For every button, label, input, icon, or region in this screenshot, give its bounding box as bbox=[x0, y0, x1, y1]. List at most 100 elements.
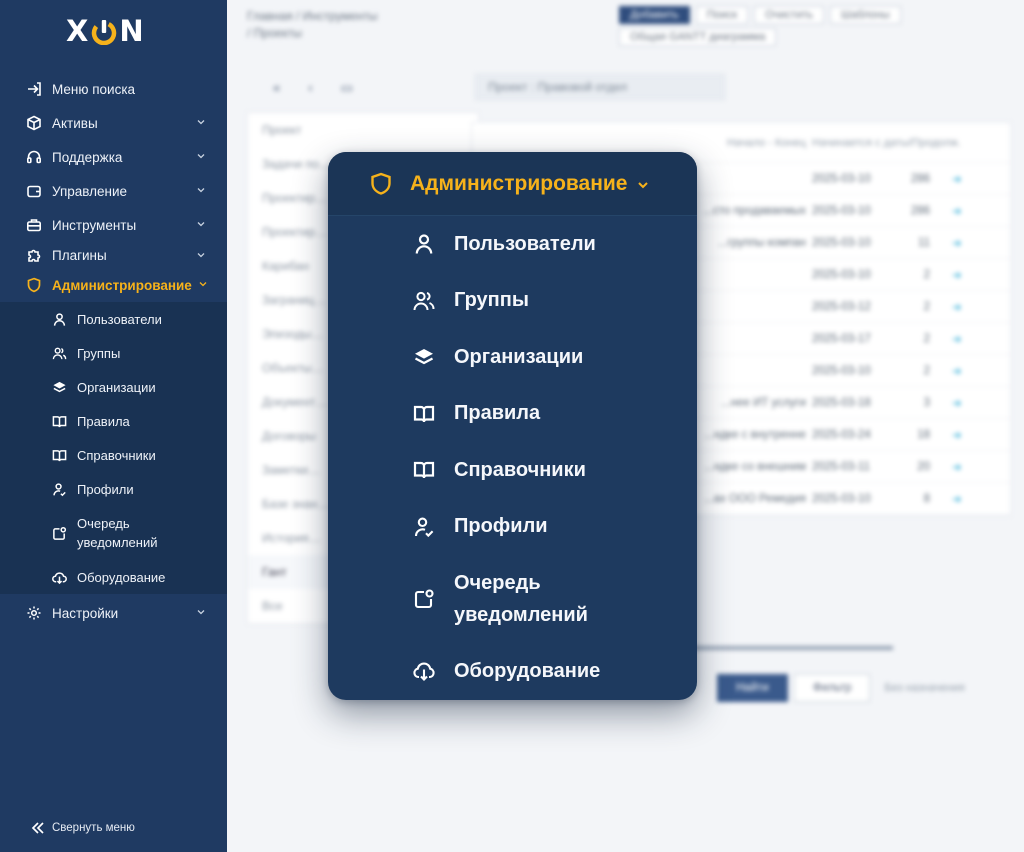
cube-icon bbox=[26, 115, 42, 131]
popup-item-notification-queue[interactable]: Очередь уведомлений bbox=[328, 555, 697, 643]
arrow-icon[interactable]: ➜ bbox=[952, 460, 982, 474]
sidebar-subitem-references[interactable]: Справочники bbox=[0, 438, 227, 472]
notification-icon bbox=[412, 587, 436, 611]
first-page-icon[interactable]: « bbox=[273, 80, 280, 96]
filter-button[interactable]: Фильтр bbox=[793, 674, 871, 702]
table-cell: 2025-03-12 bbox=[812, 300, 871, 313]
popup-item-profiles[interactable]: Профили bbox=[328, 499, 697, 556]
arrow-icon[interactable]: ➜ bbox=[952, 428, 982, 442]
prev-page-icon[interactable]: ‹ bbox=[308, 80, 312, 96]
clear-button[interactable]: Очистить bbox=[754, 6, 824, 24]
breadcrumb-line[interactable]: / Проекты bbox=[247, 25, 378, 42]
popup-item-references[interactable]: Справочники bbox=[328, 442, 697, 499]
breadcrumb-line[interactable]: Главная / Инструменты bbox=[247, 8, 378, 25]
sidebar-item-plugins[interactable]: Плагины bbox=[0, 242, 227, 268]
project-selector[interactable]: Проект : Правовой отдел bbox=[475, 74, 725, 100]
popup-item-users[interactable]: Пользователи bbox=[328, 216, 697, 273]
sidebar-subitem-label: Правила bbox=[77, 413, 130, 429]
popup-item-label: Пользователи bbox=[454, 232, 596, 255]
sidebar-item-search-menu[interactable]: Меню поиска bbox=[0, 72, 227, 106]
table-cell: 2 bbox=[923, 332, 930, 345]
sidebar-item-label: Администрирование bbox=[52, 277, 192, 293]
sidebar-item-support[interactable]: Поддержка bbox=[0, 140, 227, 174]
templates-button[interactable]: Шаблоны bbox=[830, 6, 901, 24]
collapse-menu-button[interactable]: Свернуть меню bbox=[30, 820, 135, 836]
popup-item-equipment[interactable]: Оборудование bbox=[328, 643, 697, 700]
chevron-down-icon bbox=[197, 154, 205, 159]
xon-logo[interactable]: X N bbox=[66, 14, 145, 48]
table-cell: 286 bbox=[910, 172, 930, 185]
arrow-icon[interactable]: ➜ bbox=[952, 172, 982, 186]
table-cell: 2 bbox=[923, 268, 930, 281]
sidebar-subitem-users[interactable]: Пользователи bbox=[0, 302, 227, 336]
gantt-button[interactable]: Общая GANTT диаграмма bbox=[619, 28, 777, 46]
column-header: Начинается с даты/Продолж. bbox=[812, 136, 961, 149]
sidebar-subitem-label: Оборудование bbox=[77, 569, 166, 585]
popup-item-groups[interactable]: Группы bbox=[328, 273, 697, 330]
popup-header-administration[interactable]: Администрирование bbox=[328, 152, 697, 216]
popup-item-label: Оборудование bbox=[454, 659, 601, 682]
sidebar-item-administration[interactable]: Администрирование bbox=[0, 268, 227, 302]
popup-item-label: Организации bbox=[454, 345, 584, 368]
chevron-down-icon bbox=[197, 253, 205, 258]
cloud-download-icon bbox=[51, 569, 67, 585]
sidebar-item-settings[interactable]: Настройки bbox=[0, 596, 227, 630]
sidebar-subitem-notification-queue[interactable]: Очередь уведомлений bbox=[0, 506, 227, 560]
administration-popup-menu: Администрирование Пользователи Группы Ор… bbox=[328, 152, 697, 700]
sidebar-subitem-profiles[interactable]: Профили bbox=[0, 472, 227, 506]
arrow-icon[interactable]: ➜ bbox=[952, 332, 982, 346]
users-icon bbox=[51, 345, 67, 361]
sidebar-item-label: Управление bbox=[52, 183, 128, 199]
breadcrumb: Главная / Инструменты / Проекты bbox=[247, 8, 378, 42]
notification-icon bbox=[51, 525, 67, 541]
sidebar-item-label: Поддержка bbox=[52, 149, 123, 165]
table-cell: 8 bbox=[923, 492, 930, 505]
popup-item-label: Группы bbox=[454, 289, 529, 312]
arrow-icon[interactable]: ➜ bbox=[952, 492, 982, 506]
sidebar-item-management[interactable]: Управление bbox=[0, 174, 227, 208]
users-icon bbox=[412, 289, 436, 313]
arrow-icon[interactable]: ➜ bbox=[952, 268, 982, 282]
table-cell: 2 bbox=[923, 300, 930, 313]
search-button[interactable]: Поиск bbox=[695, 6, 749, 24]
arrow-icon[interactable]: ➜ bbox=[952, 396, 982, 410]
popup-item-label: Правила bbox=[454, 402, 541, 425]
popup-item-organizations[interactable]: Организации bbox=[328, 329, 697, 386]
layers-icon bbox=[412, 345, 436, 369]
find-button[interactable]: Найти bbox=[717, 674, 788, 702]
popup-item-rules[interactable]: Правила bbox=[328, 386, 697, 443]
sidebar-nav: Меню поиска Активы Поддержка Управление … bbox=[0, 72, 227, 630]
arrow-icon[interactable]: ➜ bbox=[952, 300, 982, 314]
sidebar-subitem-organizations[interactable]: Организации bbox=[0, 370, 227, 404]
project-tab[interactable]: Проект bbox=[248, 113, 478, 147]
arrow-icon[interactable]: ➜ bbox=[952, 364, 982, 378]
user-icon bbox=[412, 232, 436, 256]
sidebar-subitem-label: Организации bbox=[77, 379, 156, 395]
toolbox-icon bbox=[26, 217, 42, 233]
popup-item-label: Профили bbox=[454, 515, 548, 538]
horizontal-scrollbar[interactable] bbox=[687, 646, 893, 650]
pager: « ‹ ▭ bbox=[273, 80, 353, 96]
logo-letter-n: N bbox=[119, 14, 145, 48]
book-icon bbox=[412, 402, 436, 426]
grid-view-icon[interactable]: ▭ bbox=[341, 80, 353, 96]
shield-icon bbox=[26, 277, 42, 293]
arrow-icon[interactable]: ➜ bbox=[952, 236, 982, 250]
shield-icon bbox=[368, 171, 394, 197]
chevron-down-icon bbox=[197, 222, 205, 227]
sidebar-subitem-groups[interactable]: Группы bbox=[0, 336, 227, 370]
puzzle-icon bbox=[26, 247, 42, 263]
table-cell: 2025-03-24 bbox=[812, 428, 871, 441]
add-button[interactable]: Добавить bbox=[619, 6, 690, 24]
sidebar-item-tools[interactable]: Инструменты bbox=[0, 208, 227, 242]
collapse-menu-label: Свернуть меню bbox=[52, 822, 135, 834]
arrow-icon[interactable]: ➜ bbox=[952, 204, 982, 218]
sidebar-subitem-equipment[interactable]: Оборудование bbox=[0, 560, 227, 594]
popup-item-label: Очередь уведомлений bbox=[454, 572, 588, 626]
sidebar-item-assets[interactable]: Активы bbox=[0, 106, 227, 140]
column-header: Начало - Конец bbox=[726, 136, 806, 149]
gear-icon bbox=[26, 605, 42, 621]
chevron-down-icon bbox=[638, 181, 649, 188]
sidebar-subitem-rules[interactable]: Правила bbox=[0, 404, 227, 438]
popup-title: Администрирование bbox=[410, 171, 628, 195]
